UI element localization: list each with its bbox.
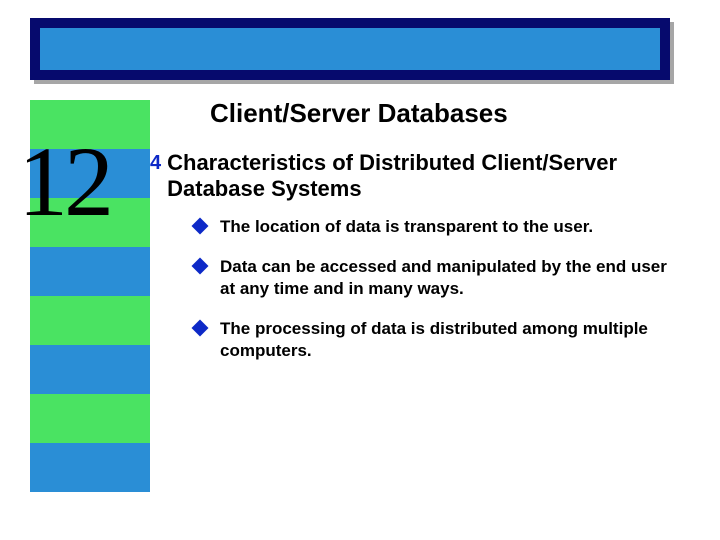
- heading-text: Characteristics of Distributed Client/Se…: [167, 150, 690, 202]
- list-item: Data can be accessed and manipulated by …: [194, 256, 690, 300]
- list-item-text: The processing of data is distributed am…: [220, 318, 680, 362]
- slide: 12 Client/Server Databases 4 Characteris…: [0, 0, 720, 540]
- slide-title: Client/Server Databases: [210, 98, 508, 129]
- heading-row: 4 Characteristics of Distributed Client/…: [150, 150, 690, 202]
- stripe: [30, 394, 150, 443]
- list-item: The location of data is transparent to t…: [194, 216, 690, 238]
- heading-bullet-icon: 4: [150, 150, 161, 176]
- diamond-icon: [192, 218, 209, 235]
- list-item: The processing of data is distributed am…: [194, 318, 690, 362]
- stripe: [30, 296, 150, 345]
- list-item-text: The location of data is transparent to t…: [220, 216, 593, 238]
- stripe: [30, 443, 150, 492]
- header-bar-outer: [30, 18, 670, 80]
- header-bar-inner: [40, 28, 660, 70]
- diamond-icon: [192, 320, 209, 337]
- stripe: [30, 247, 150, 296]
- list-item-text: Data can be accessed and manipulated by …: [220, 256, 680, 300]
- bullet-list: The location of data is transparent to t…: [194, 216, 690, 362]
- content-area: 4 Characteristics of Distributed Client/…: [150, 150, 690, 380]
- diamond-icon: [192, 258, 209, 275]
- stripe: [30, 345, 150, 394]
- chapter-number: 12: [18, 132, 110, 232]
